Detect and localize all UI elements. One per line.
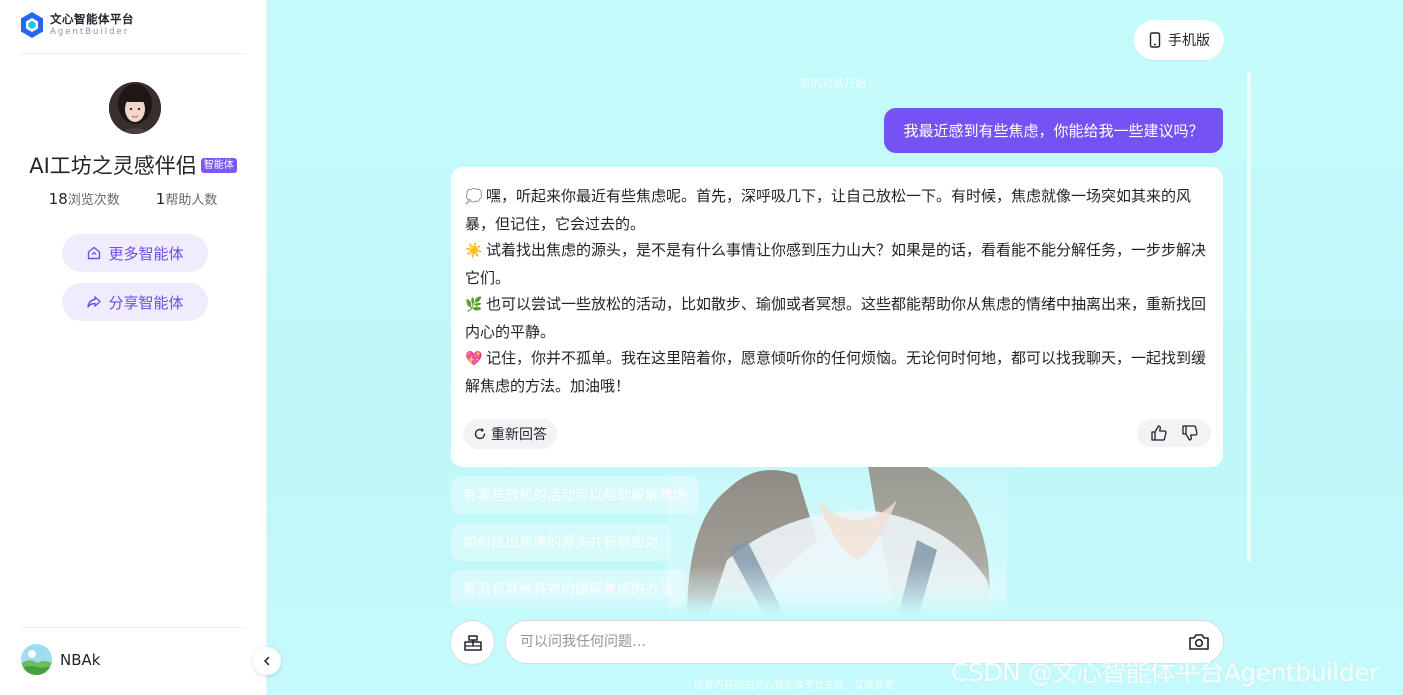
mobile-version-button[interactable]: 手机版: [1134, 20, 1224, 60]
helped-label: 帮助人数: [165, 193, 218, 208]
conversation-start-note: 新的对话开始: [800, 77, 866, 90]
bot-reply-text: 嘿，听起来你最近有些焦虑呢。首先，深呼吸几下，让自己放松一下。有时候，焦虑就像一…: [465, 187, 1192, 233]
refresh-icon: [474, 428, 486, 440]
sidebar-bottom-divider: [20, 627, 246, 628]
thumbs-up-icon: [1150, 425, 1167, 441]
chevron-left-icon: [263, 656, 270, 666]
bot-reply-line: 💖 记住，你并不孤单。我在这里陪着你，愿意倾听你的任何烦恼。无论何时何地，都可以找…: [465, 345, 1211, 399]
suggested-question-text: 如何找出焦虑的源头并有效应对: [463, 535, 659, 551]
chat-scrollbar[interactable]: [1247, 72, 1251, 562]
camera-icon: [1189, 634, 1209, 650]
more-agents-button[interactable]: 更多智能体: [62, 234, 208, 272]
suggested-question-text: 有哪些放松的活动可以帮助缓解焦虑: [463, 488, 687, 504]
feedback-buttons: [1137, 419, 1211, 447]
suggested-question[interactable]: 如何找出焦虑的源头并有效应对: [451, 523, 671, 561]
camera-button[interactable]: [1187, 630, 1211, 654]
thumbs-up-button[interactable]: [1150, 424, 1168, 442]
helped-count: 1: [155, 190, 166, 208]
csdn-watermark: CSDN @文心智能体平台Agentbuilder: [951, 658, 1379, 687]
share-agent-label: 分享智能体: [108, 293, 184, 312]
agent-title: AI工坊之灵感伴侣 智能体: [0, 150, 266, 180]
suggested-question[interactable]: 有哪些放松的活动可以帮助缓解焦虑: [451, 476, 699, 514]
chat-area: 手机版 新的对话开始 我最近感到有些焦虑，你能给我一些建议吗？ 💭 嘿，听起来你最…: [267, 0, 1403, 695]
user-message-bubble: 我最近感到有些焦虑，你能给我一些建议吗？: [884, 108, 1223, 153]
message-input[interactable]: [520, 634, 1187, 650]
agent-type-badge: 智能体: [200, 157, 237, 173]
phone-icon: [1149, 32, 1161, 48]
footer-disclaimer: 所有内容均由文心智能体平台生成，仅供参考: [694, 680, 894, 691]
agentbuilder-logo-icon: [21, 12, 43, 38]
user-avatar[interactable]: [21, 644, 52, 675]
tools-button[interactable]: [450, 620, 495, 665]
thought-bubble-icon: 💭: [465, 189, 483, 205]
bot-reply-text: 记住，你并不孤单。我在这里陪着你，愿意倾听你的任何烦恼。无论何时何地，都可以找我…: [465, 349, 1207, 395]
herb-icon: 🌿: [465, 297, 483, 313]
heart-icon: 💖: [465, 351, 483, 367]
agent-name: AI工坊之灵感伴侣: [29, 154, 197, 178]
thumbs-down-button[interactable]: [1181, 424, 1199, 442]
home-icon: [88, 246, 101, 260]
more-agents-label: 更多智能体: [108, 244, 184, 263]
views-label: 浏览次数: [67, 193, 120, 208]
collapse-sidebar-button[interactable]: [253, 647, 281, 675]
bot-reply-line: ☀️ 试着找出焦虑的源头，是不是有什么事情让你感到压力山大？如果是的话，看看能不能…: [465, 237, 1211, 291]
views-count: 18: [48, 190, 68, 208]
helped-stat: 1帮助人数: [156, 189, 218, 208]
user-name: NBAk: [60, 651, 101, 669]
suggested-question-text: 有没有其他有效的缓解焦虑的方法: [463, 582, 673, 598]
brand-name: 文心智能体平台: [50, 11, 134, 26]
regenerate-button[interactable]: 重新回答: [463, 419, 557, 449]
thumbs-down-icon: [1181, 425, 1198, 441]
bot-reply-text: 试着找出焦虑的源头，是不是有什么事情让你感到压力山大？如果是的话，看看能不能分解…: [465, 241, 1207, 287]
user-message-text: 我最近感到有些焦虑，你能给我一些建议吗？: [903, 122, 1204, 140]
agent-stats: 18浏览次数 1帮助人数: [0, 189, 266, 208]
bot-reply-line: 💭 嘿，听起来你最近有些焦虑呢。首先，深呼吸几下，让自己放松一下。有时候，焦虑就像…: [465, 183, 1211, 237]
share-agent-button[interactable]: 分享智能体: [62, 283, 208, 321]
sidebar-divider: [20, 53, 246, 54]
bot-reply-text: 也可以尝试一些放松的活动，比如散步、瑜伽或者冥想。这些都能帮助你从焦虑的情绪中抽…: [465, 295, 1207, 341]
mobile-version-label: 手机版: [1168, 33, 1210, 49]
regenerate-label: 重新回答: [491, 427, 547, 443]
bot-reply-line: 🌿 也可以尝试一些放松的活动，比如散步、瑜伽或者冥想。这些都能帮助你从焦虑的情绪中…: [465, 291, 1211, 345]
agent-avatar: [109, 82, 161, 134]
brand-subtitle: AgentBuilder: [50, 27, 130, 37]
sun-icon: ☀️: [465, 243, 483, 259]
bot-reply-card: 💭 嘿，听起来你最近有些焦虑呢。首先，深呼吸几下，让自己放松一下。有时候，焦虑就像…: [451, 167, 1223, 467]
share-icon: [87, 296, 102, 308]
brand-logo-link[interactable]: 文心智能体平台 AgentBuilder: [20, 10, 134, 40]
toolbox-icon: [463, 634, 482, 651]
views-stat: 18浏览次数: [49, 189, 120, 208]
sidebar: 文心智能体平台 AgentBuilder AI工坊之灵感伴侣 智能体 18浏览次…: [0, 0, 267, 695]
